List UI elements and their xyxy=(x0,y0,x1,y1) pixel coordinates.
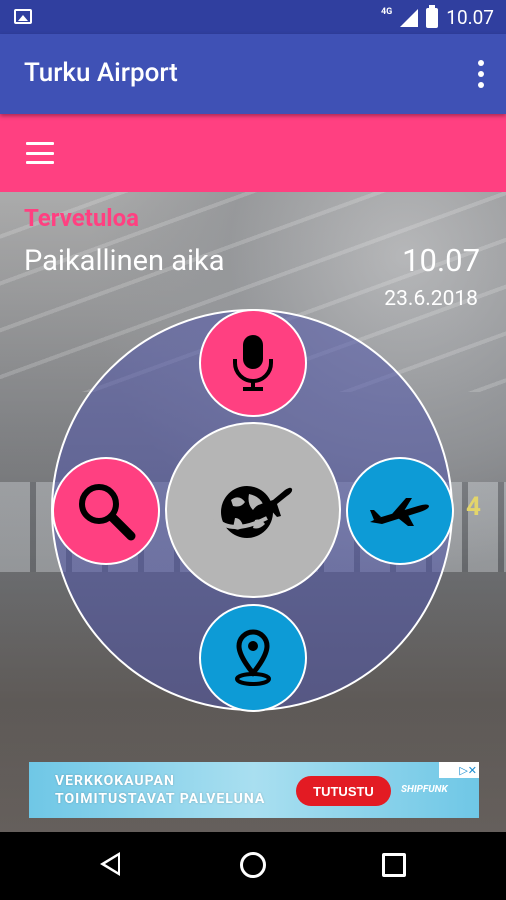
signal-icon xyxy=(400,8,419,27)
navigation-bar xyxy=(0,832,506,900)
background-gate-sign: 4 xyxy=(466,492,481,522)
location-button[interactable] xyxy=(199,604,307,712)
flights-button[interactable] xyxy=(346,457,454,565)
local-time-value: 10.07 xyxy=(402,242,480,279)
ad-brand-logo: SHIPFUNK xyxy=(401,784,448,795)
voice-button[interactable] xyxy=(199,309,307,417)
location-pin-icon xyxy=(235,629,271,686)
hamburger-menu-icon[interactable] xyxy=(26,142,54,164)
recent-apps-button[interactable] xyxy=(382,853,406,877)
main-content: 4 Tervetuloa Paikallinen aika 10.07 23.6… xyxy=(0,192,506,832)
back-button[interactable] xyxy=(100,852,120,876)
ad-banner[interactable]: VERKKOKAUPAN TOIMITUSTAVAT PALVELUNA TUT… xyxy=(29,762,479,818)
status-bar: 4G 10.07 xyxy=(0,0,506,34)
network-type: 4G xyxy=(380,6,393,17)
date-text: 23.6.2018 xyxy=(384,287,478,311)
ad-text: VERKKOKAUPAN TOIMITUSTAVAT PALVELUNA xyxy=(55,772,285,808)
local-time-label: Paikallinen aika xyxy=(24,244,225,278)
ad-text-line2: TOIMITUSTAVAT PALVELUNA xyxy=(55,791,266,807)
microphone-icon xyxy=(233,335,273,391)
status-clock: 10.07 xyxy=(446,6,494,29)
ad-choices-icon[interactable]: ▷✕ xyxy=(439,762,479,778)
ad-text-line1: VERKKOKAUPAN xyxy=(55,773,175,789)
search-icon xyxy=(79,484,136,541)
image-notification-icon xyxy=(14,9,32,24)
battery-icon xyxy=(426,4,439,28)
toolbar xyxy=(0,114,506,192)
globe-airplane-icon xyxy=(213,486,293,538)
ad-cta-button[interactable]: TUTUSTU xyxy=(296,776,391,806)
app-title: Turku Airport xyxy=(24,58,178,88)
overflow-menu-icon[interactable] xyxy=(478,60,484,88)
search-button[interactable] xyxy=(52,457,160,565)
app-bar: Turku Airport xyxy=(0,34,506,114)
airplane-icon xyxy=(370,498,429,526)
home-button[interactable] xyxy=(240,852,266,878)
airport-info-button[interactable] xyxy=(165,422,341,598)
welcome-text: Tervetuloa xyxy=(24,204,140,232)
